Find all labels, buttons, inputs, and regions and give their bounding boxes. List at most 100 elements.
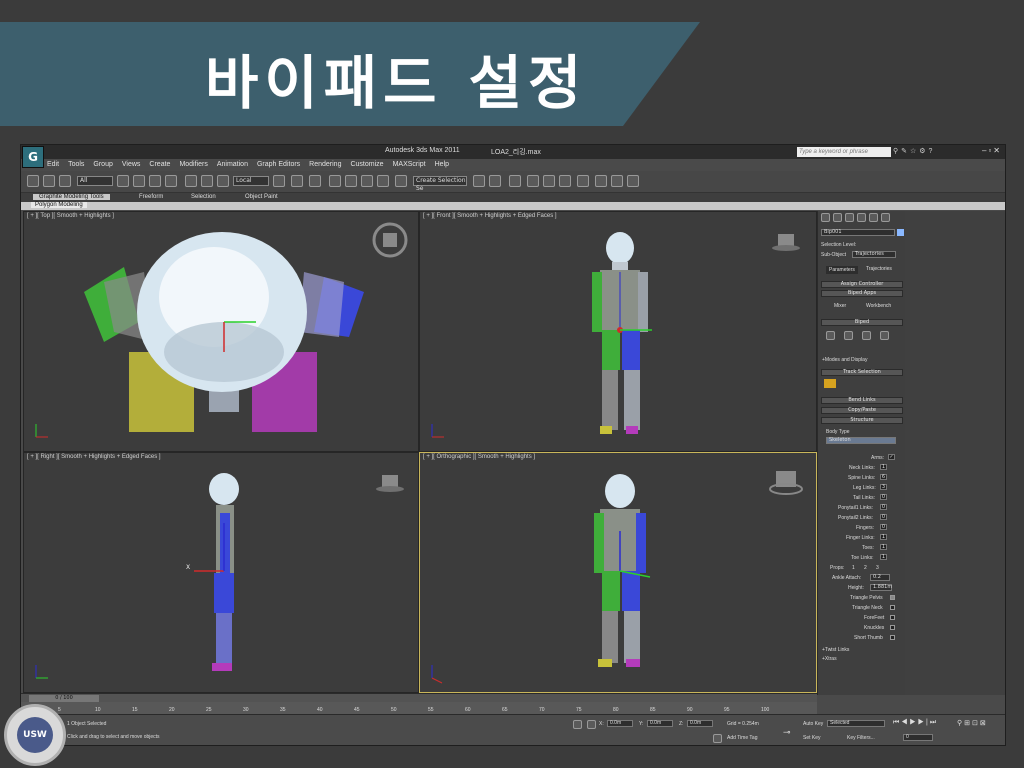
- menu-customize[interactable]: Customize: [350, 159, 383, 171]
- finger-links-spinner[interactable]: 1: [880, 534, 887, 540]
- curve-editor-icon[interactable]: [543, 175, 555, 187]
- display-tab-icon[interactable]: [869, 213, 878, 222]
- x-coord-field[interactable]: 0.0m: [607, 720, 633, 727]
- absolute-mode-icon[interactable]: [587, 720, 596, 729]
- section-copy-paste[interactable]: Copy/Paste: [821, 407, 903, 414]
- polygon-modeling-label[interactable]: Polygon Modeling: [31, 202, 87, 208]
- link-icon[interactable]: [27, 175, 39, 187]
- prop3-checkbox[interactable]: 3: [876, 565, 879, 571]
- body-horizontal-icon[interactable]: [824, 379, 836, 388]
- utilities-tab-icon[interactable]: [881, 213, 890, 222]
- hierarchy-tab-icon[interactable]: [845, 213, 854, 222]
- auto-key-button[interactable]: Auto Key: [803, 721, 823, 727]
- scale-icon[interactable]: [217, 175, 229, 187]
- select-by-name-icon[interactable]: [133, 175, 145, 187]
- time-tag-icon[interactable]: [713, 734, 722, 743]
- layer-manager-icon[interactable]: [509, 175, 521, 187]
- infocenter-icons[interactable]: ⚲✎☆⚙?: [893, 147, 935, 155]
- ankle-attach-spinner[interactable]: 0.2: [870, 574, 890, 581]
- add-time-tag-button[interactable]: Add Time Tag: [727, 735, 757, 741]
- mirror-icon[interactable]: [473, 175, 485, 187]
- render-production-icon[interactable]: [627, 175, 639, 187]
- modes-and-display-rollout[interactable]: +Modes and Display: [822, 357, 867, 363]
- percent-snap-icon[interactable]: [361, 175, 373, 187]
- bind-space-warp-icon[interactable]: [59, 175, 71, 187]
- keyboard-shortcut-icon[interactable]: [309, 175, 321, 187]
- triangle-pelvis-checkbox[interactable]: [890, 595, 895, 600]
- toe-links-spinner[interactable]: 1: [880, 554, 887, 560]
- set-key-button[interactable]: Set Key: [803, 735, 821, 741]
- forefeet-checkbox[interactable]: [890, 615, 895, 620]
- current-frame-field[interactable]: 0: [903, 734, 933, 741]
- toes-spinner[interactable]: 1: [880, 544, 887, 550]
- navigation-controls[interactable]: ⚲⊞⊡⊠: [957, 719, 988, 727]
- schematic-view-icon[interactable]: [559, 175, 571, 187]
- pivot-center-icon[interactable]: [273, 175, 285, 187]
- menu-modifiers[interactable]: Modifiers: [179, 159, 207, 171]
- ponytail2-links-spinner[interactable]: 0: [880, 514, 887, 520]
- section-biped[interactable]: Biped: [821, 319, 903, 326]
- height-spinner[interactable]: 1.881m: [870, 584, 892, 591]
- leg-links-spinner[interactable]: 3: [880, 484, 887, 490]
- render-setup-icon[interactable]: [595, 175, 607, 187]
- named-selection-dropdown[interactable]: Create Selection Se: [413, 176, 467, 192]
- sub-object-button[interactable]: Sub-Object: [821, 252, 846, 258]
- selection-filter-dropdown[interactable]: All: [77, 176, 113, 186]
- section-bend-links[interactable]: Bend Links: [821, 397, 903, 404]
- section-biped-apps[interactable]: Biped Apps: [821, 290, 903, 297]
- select-manipulate-icon[interactable]: [291, 175, 303, 187]
- arms-checkbox[interactable]: ✓: [888, 454, 895, 460]
- body-type-dropdown[interactable]: Skeleton: [826, 437, 896, 444]
- edit-named-selection-icon[interactable]: [395, 175, 407, 187]
- xtras-rollout[interactable]: +Xtras: [822, 656, 837, 662]
- tab-graphite-modeling-tools[interactable]: Graphite Modeling Tools: [33, 194, 110, 200]
- viewport-label[interactable]: [ + ][ Front ][ Smooth + Highlights + Ed…: [423, 213, 557, 219]
- viewport-right[interactable]: [ + ][ Right ][ Smooth + Highlights + Ed…: [23, 452, 419, 693]
- menu-group[interactable]: Group: [93, 159, 112, 171]
- trajectories-dropdown[interactable]: Trajectories: [852, 251, 896, 258]
- window-crossing-icon[interactable]: [165, 175, 177, 187]
- footstep-mode-icon[interactable]: [844, 331, 853, 340]
- unlink-icon[interactable]: [43, 175, 55, 187]
- rendered-frame-icon[interactable]: [611, 175, 623, 187]
- angle-snap-icon[interactable]: [345, 175, 357, 187]
- y-coord-field[interactable]: 0.0m: [647, 720, 673, 727]
- triangle-neck-checkbox[interactable]: [890, 605, 895, 610]
- viewport-orthographic[interactable]: [ + ][ Orthographic ][ Smooth + Highligh…: [419, 452, 817, 693]
- menu-help[interactable]: Help: [435, 159, 449, 171]
- workbench-button[interactable]: Workbench: [866, 303, 891, 309]
- viewport-label[interactable]: [ + ][ Top ][ Smooth + Highlights ]: [27, 213, 114, 219]
- tail-links-spinner[interactable]: 0: [880, 494, 887, 500]
- window-controls[interactable]: –▫✕: [982, 146, 1002, 155]
- menu-views[interactable]: Views: [122, 159, 141, 171]
- select-object-icon[interactable]: [117, 175, 129, 187]
- tab-freeform[interactable]: Freeform: [139, 194, 163, 200]
- spine-links-spinner[interactable]: 6: [880, 474, 887, 480]
- move-icon[interactable]: [185, 175, 197, 187]
- prop2-checkbox[interactable]: 2: [864, 565, 867, 571]
- menu-maxscript[interactable]: MAXScript: [393, 159, 426, 171]
- modify-tab-icon[interactable]: [833, 213, 842, 222]
- ponytail1-links-spinner[interactable]: 0: [880, 504, 887, 510]
- key-icon[interactable]: ⊸: [783, 727, 791, 738]
- rect-region-icon[interactable]: [149, 175, 161, 187]
- rotate-icon[interactable]: [201, 175, 213, 187]
- align-icon[interactable]: [489, 175, 501, 187]
- viewport-label[interactable]: [ + ][ Orthographic ][ Smooth + Highligh…: [423, 454, 535, 460]
- z-coord-field[interactable]: 0.0m: [687, 720, 713, 727]
- tab-trajectories[interactable]: Trajectories: [866, 266, 892, 272]
- menu-rendering[interactable]: Rendering: [309, 159, 341, 171]
- section-track-selection[interactable]: Track Selection: [821, 369, 903, 376]
- menu-edit[interactable]: Edit: [47, 159, 59, 171]
- short-thumb-checkbox[interactable]: [890, 635, 895, 640]
- time-slider-handle[interactable]: 0 / 100: [29, 695, 99, 702]
- lock-icon[interactable]: [573, 720, 582, 729]
- motion-tab-icon[interactable]: [857, 213, 866, 222]
- viewport-top[interactable]: [ + ][ Top ][ Smooth + Highlights ]: [23, 211, 419, 452]
- menu-graph-editors[interactable]: Graph Editors: [257, 159, 300, 171]
- fingers-spinner[interactable]: 0: [880, 524, 887, 530]
- twist-links-rollout[interactable]: +Twist Links: [822, 647, 849, 653]
- graphite-toggle-icon[interactable]: [527, 175, 539, 187]
- app-logo-icon[interactable]: G: [22, 146, 44, 168]
- playback-controls[interactable]: ⏮◀▶▶|⏭: [893, 719, 938, 727]
